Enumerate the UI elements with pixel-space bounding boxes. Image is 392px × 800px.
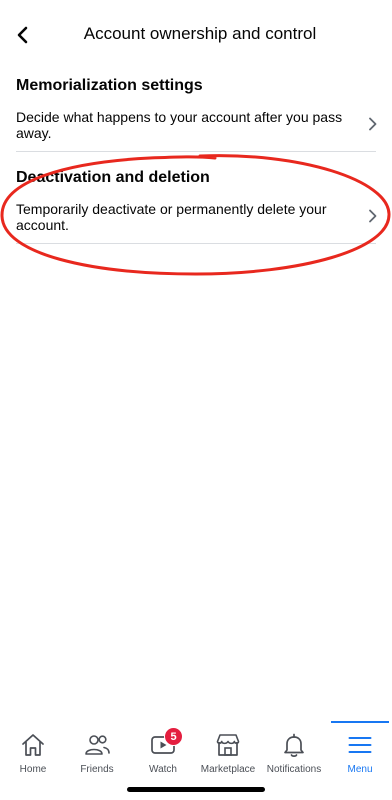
memorialization-settings-row[interactable]: Decide what happens to your account afte… [0, 104, 392, 148]
page-title: Account ownership and control [83, 24, 317, 43]
tab-label: Marketplace [200, 764, 256, 775]
menu-icon [348, 737, 372, 753]
section-heading-deactivation: Deactivation and deletion [16, 169, 210, 186]
home-indicator [127, 787, 265, 792]
tab-notifications[interactable]: Notifications [261, 721, 327, 783]
chevron-right-icon [369, 117, 377, 131]
tab-watch[interactable]: Watch [130, 721, 196, 783]
bell-icon [284, 733, 304, 757]
deactivation-description: Temporarily deactivate or permanently de… [16, 201, 327, 233]
marketplace-icon [216, 734, 240, 756]
tab-marketplace[interactable]: Marketplace [195, 721, 261, 783]
tab-friends[interactable]: Friends [64, 721, 130, 783]
tab-label: Home [19, 764, 47, 775]
tab-label: Watch [149, 764, 177, 775]
tab-label: Friends [80, 764, 114, 775]
section-heading-memorialization: Memorialization settings [16, 77, 203, 94]
memorialization-description: Decide what happens to your account afte… [16, 109, 343, 141]
deactivation-deletion-row[interactable]: Temporarily deactivate or permanently de… [0, 196, 392, 240]
top-bar: Account ownership and control [0, 0, 392, 70]
divider [16, 151, 376, 152]
chevron-right-icon [369, 209, 377, 223]
divider [16, 243, 376, 244]
notification-badge: 5 [164, 727, 183, 746]
tab-label: Menu [347, 764, 373, 775]
tab-menu[interactable]: Menu [327, 721, 392, 783]
friends-icon [85, 735, 110, 755]
home-icon [22, 734, 44, 756]
tab-home[interactable]: Home [0, 721, 66, 783]
tab-label: Notifications [266, 764, 322, 775]
